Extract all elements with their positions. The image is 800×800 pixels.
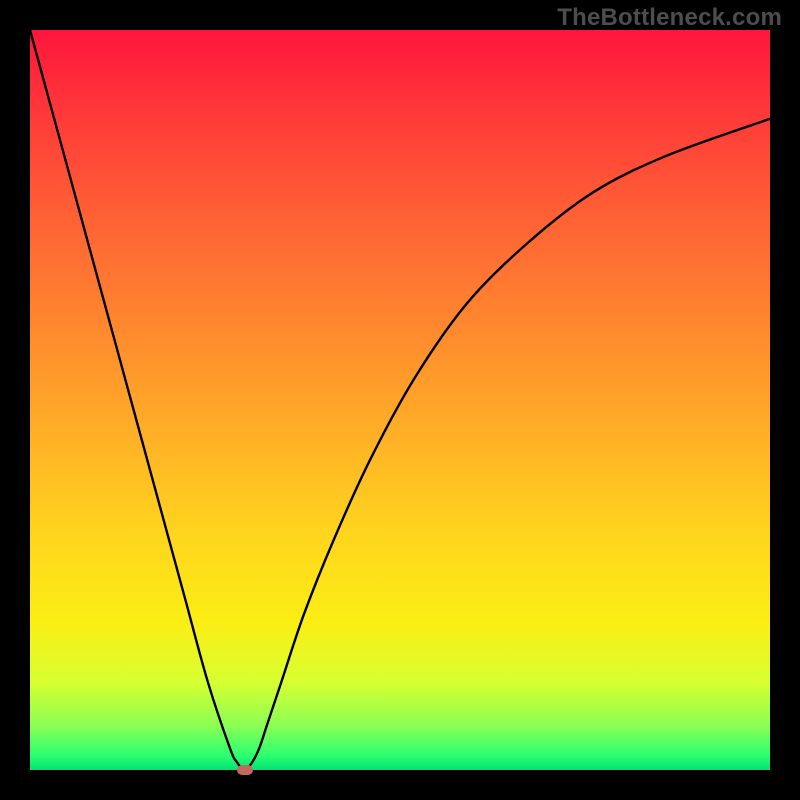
curve-line: [30, 30, 770, 770]
optimal-point-marker: [237, 765, 253, 775]
plot-area: [30, 30, 770, 770]
bottleneck-curve: [30, 30, 770, 770]
chart-frame: TheBottleneck.com: [0, 0, 800, 800]
watermark-text: TheBottleneck.com: [557, 4, 782, 32]
